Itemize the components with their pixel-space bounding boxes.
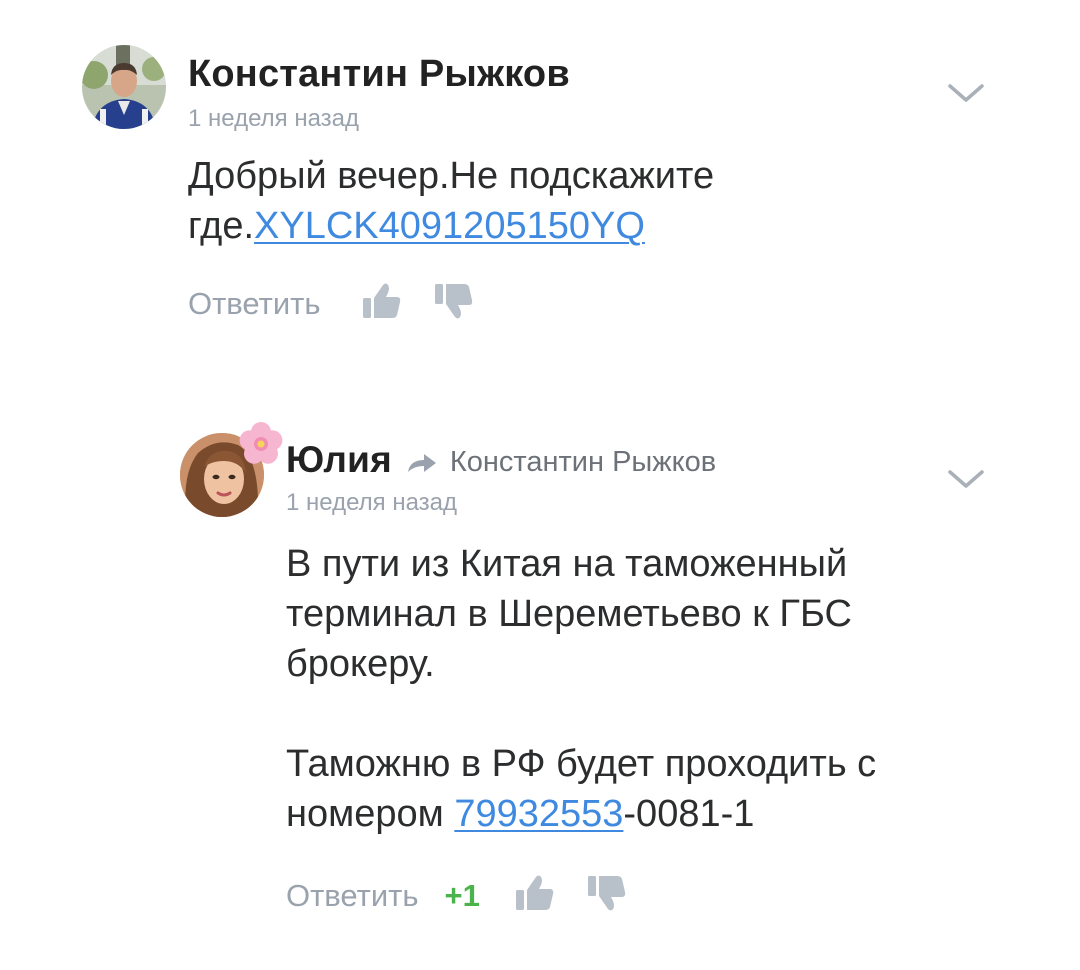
tracking-link[interactable]: XYLCK4091205150YQ [254, 205, 645, 247]
comment: Константин Рыжков 1 неделя назад Добрый … [82, 45, 1022, 345]
author-line: Константин Рыжков [188, 53, 570, 96]
comment-text: В пути из Китая на таможенный терминал в… [286, 539, 1006, 839]
author-name[interactable]: Константин Рыжков [188, 53, 570, 95]
comment-time: 1 неделя назад [188, 105, 359, 132]
flower-sticker-icon [239, 422, 283, 464]
thumb-down-icon[interactable] [433, 281, 475, 326]
comment-time: 1 неделя назад [286, 489, 457, 516]
chevron-down-icon[interactable] [946, 467, 986, 491]
thumb-down-icon[interactable] [586, 873, 628, 918]
likes-count: +1 [444, 877, 480, 913]
thumb-up-icon[interactable] [514, 873, 556, 918]
reply-arrow-icon [407, 453, 436, 472]
comment-actions: Ответить [188, 281, 475, 326]
thumb-up-icon[interactable] [361, 281, 403, 326]
comment-paragraph: В пути из Китая на таможенный терминал в… [286, 543, 852, 685]
comment-actions: Ответить +1 [286, 873, 628, 918]
avatar[interactable] [82, 45, 166, 129]
phone-link[interactable]: 79932553 [454, 793, 623, 835]
comment-text: Добрый вечер.Не подскажите где.XYLCK4091… [188, 151, 968, 251]
comment-paragraph: Таможню в РФ будет проходить с номером 7… [286, 739, 1006, 839]
author-line: Юлия Константин Рыжков [286, 439, 716, 484]
paragraph-suffix: -0081-1 [623, 793, 755, 835]
chevron-down-icon[interactable] [946, 81, 986, 105]
reply-target-name[interactable]: Константин Рыжков [450, 446, 716, 478]
reply-button[interactable]: Ответить [286, 878, 419, 914]
author-name[interactable]: Юлия [286, 439, 392, 480]
reply-comment: Юлия Константин Рыжков 1 неделя назад В … [180, 422, 1022, 945]
reply-button[interactable]: Ответить [188, 286, 321, 322]
